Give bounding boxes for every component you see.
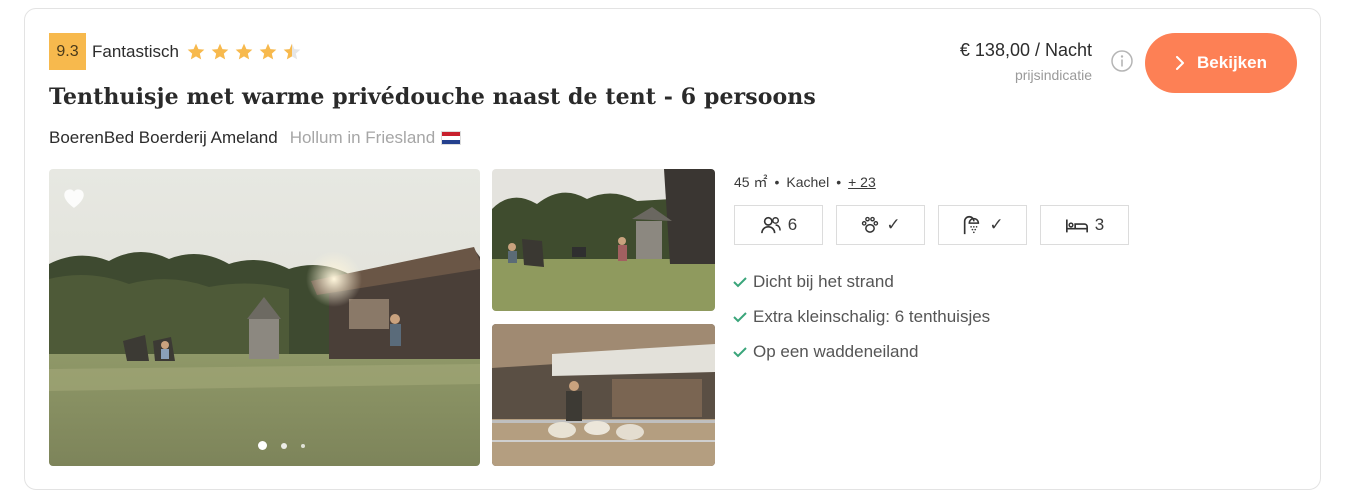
rating-row: 9.3 Fantastisch	[49, 33, 302, 70]
people-icon	[760, 216, 781, 234]
host-location-row: BoerenBed Boerderij Ameland Hollum in Fr…	[49, 128, 462, 148]
host-name: BoerenBed Boerderij Ameland	[49, 128, 278, 147]
usp-list: Dicht bij het strand Extra kleinschalig:…	[733, 264, 990, 369]
amenity-value: 6	[787, 215, 798, 234]
favorite-heart-icon[interactable]	[61, 185, 87, 209]
heating-text: Kachel	[786, 174, 830, 190]
price-per-night: € 138,00 / Nacht	[959, 40, 1092, 60]
amenity-value: 3	[1094, 215, 1105, 234]
thumbnail-photo-1[interactable]	[492, 169, 715, 311]
listing-title[interactable]: Tenthuisje met warme privédouche naast d…	[49, 84, 816, 110]
carousel-dot-active[interactable]	[258, 441, 267, 450]
separator: •	[836, 174, 842, 190]
netherlands-flag-icon	[441, 131, 462, 145]
info-icon[interactable]	[1110, 49, 1134, 73]
amenity-guests: 6	[734, 205, 823, 245]
amenity-pets: ✓	[836, 205, 925, 245]
star-icon	[259, 43, 277, 59]
check-icon	[733, 276, 747, 287]
price-block: € 138,00 / Nacht prijsindicatie	[960, 40, 1092, 83]
star-icon	[187, 43, 205, 59]
bed-icon	[1065, 219, 1088, 233]
carousel-dots	[258, 441, 305, 450]
usp-item: Op een waddeneiland	[733, 334, 990, 369]
carousel-dot[interactable]	[281, 442, 287, 449]
shower-icon	[964, 215, 980, 235]
separator: •	[774, 174, 780, 190]
amenity-shower: ✓	[938, 205, 1027, 245]
usp-item: Extra kleinschalig: 6 tenthuisjes	[733, 299, 990, 334]
chevron-right-icon	[1176, 56, 1185, 70]
usp-text: Op een waddeneiland	[753, 341, 919, 361]
paw-icon	[862, 216, 879, 233]
price-indication-label: prijsindicatie	[1014, 67, 1092, 83]
view-button[interactable]: Bekijken	[1145, 33, 1297, 93]
carousel-dot[interactable]	[301, 443, 305, 448]
thumbnail-photo-2[interactable]	[492, 324, 715, 466]
star-icon	[235, 43, 253, 59]
rating-score-badge: 9.3	[49, 33, 86, 70]
amenity-value: ✓	[989, 215, 1004, 234]
main-photo[interactable]	[49, 169, 480, 466]
star-icon	[211, 43, 229, 59]
area-text: 45 ㎡	[734, 174, 768, 190]
more-features-link[interactable]: + 23	[848, 174, 876, 190]
check-icon	[733, 346, 747, 357]
feature-summary: 45 ㎡ • Kachel • + 23	[734, 172, 876, 192]
amenity-value: ✓	[886, 215, 901, 234]
location-text: Hollum in Friesland	[289, 128, 436, 147]
check-icon	[733, 311, 747, 322]
usp-text: Dicht bij het strand	[753, 271, 894, 291]
usp-text: Extra kleinschalig: 6 tenthuisjes	[753, 306, 991, 326]
amenity-badges: 6 ✓ ✓ 3	[734, 205, 1129, 245]
amenity-beds: 3	[1040, 205, 1129, 245]
star-rating	[186, 42, 302, 62]
rating-label: Fantastisch	[92, 41, 179, 61]
usp-item: Dicht bij het strand	[733, 264, 990, 299]
view-button-label: Bekijken	[1197, 53, 1267, 72]
half-star-icon	[283, 43, 301, 59]
